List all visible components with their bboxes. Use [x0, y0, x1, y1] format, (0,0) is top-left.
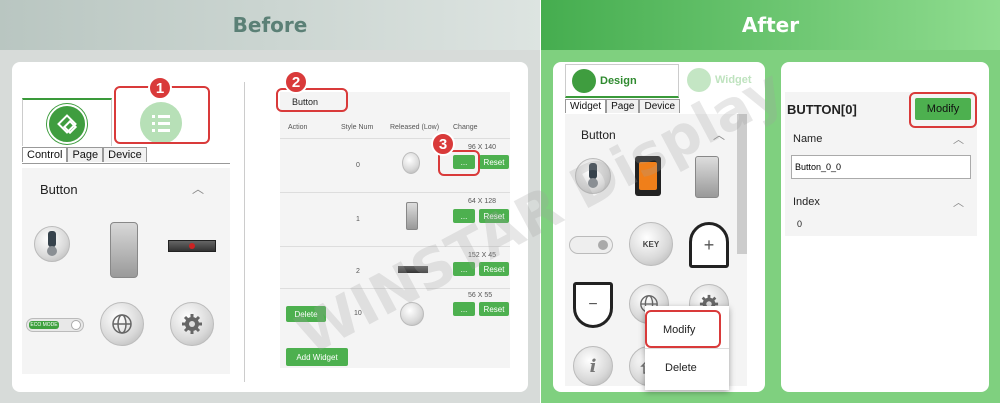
highlight-modify-button	[909, 92, 977, 128]
info-icon: i	[589, 355, 597, 377]
context-delete[interactable]: Delete	[665, 362, 697, 374]
row0-style-num: 0	[356, 162, 360, 169]
section-title: Button	[40, 182, 78, 197]
info-button-widget[interactable]: i	[573, 346, 613, 386]
before-tab-bar: Control Page Device	[22, 147, 147, 162]
row1-style-num: 1	[356, 216, 360, 223]
highlight-context-modify	[645, 310, 721, 348]
name-field[interactable]: Button_0_0	[791, 155, 971, 179]
row0-preview	[402, 152, 420, 174]
col-change: Change	[453, 124, 478, 131]
step-badge-1: 1	[148, 76, 172, 100]
name-chevron-up-icon[interactable]: ︿	[953, 131, 964, 147]
col-action: Action	[288, 124, 308, 131]
slider-dot	[189, 243, 195, 249]
col-style-num: Style Num	[341, 124, 374, 131]
eco-label: ECO MODE	[29, 321, 59, 329]
before-header: Before	[0, 0, 540, 50]
eco-mode-toggle[interactable]: ECO MODE	[26, 318, 84, 332]
tab-device[interactable]: Device	[103, 147, 147, 162]
design-label: Design	[600, 75, 637, 87]
before-section: Before 1 Control Page Device Button ︿ EC…	[0, 0, 540, 403]
highlight-button-tab	[276, 88, 348, 112]
row3-size: 56 X 55	[468, 292, 493, 299]
chevron-up-icon[interactable]: ︿	[192, 180, 204, 197]
row3-change-button[interactable]: ...	[453, 302, 475, 316]
minus-button-widget[interactable]: −	[573, 282, 613, 328]
tab-page[interactable]: Page	[67, 147, 104, 162]
row1-preview	[406, 202, 418, 230]
step-badge-3: 3	[431, 132, 455, 156]
index-chevron-up-icon[interactable]: ︿	[953, 194, 964, 210]
slider-bar-widget[interactable]	[168, 240, 216, 252]
plus-button-widget[interactable]: +	[689, 222, 729, 268]
design-icon	[572, 69, 596, 93]
toggle-knob	[71, 320, 81, 330]
props-title: BUTTON[0]	[787, 102, 857, 117]
globe-button-widget[interactable]	[100, 302, 144, 346]
key-label: KEY	[642, 239, 660, 249]
toggle-switch-widget[interactable]	[34, 226, 70, 262]
index-label: Index	[793, 196, 820, 208]
index-value: 0	[797, 219, 803, 229]
rocker-switch-widget[interactable]	[110, 222, 138, 278]
after-right-panel: BUTTON[0] Modify Name ︿ Button_0_0 Index…	[781, 62, 989, 392]
control-icon-tab[interactable]	[22, 98, 112, 146]
design-tab[interactable]: Design	[565, 64, 679, 98]
col-released: Released (Low)	[390, 124, 440, 131]
tab-page[interactable]: Page	[606, 99, 640, 113]
after-header: After	[541, 0, 1000, 50]
pill-toggle-widget[interactable]	[569, 236, 613, 254]
panel-divider	[244, 82, 245, 382]
tab-widget[interactable]: Widget	[565, 99, 607, 113]
globe-icon	[112, 314, 132, 334]
tab-control[interactable]: Control	[22, 147, 68, 162]
gear-icon	[182, 314, 202, 334]
gear-button-widget[interactable]	[170, 302, 214, 346]
row0-reset-button[interactable]: Reset	[479, 155, 509, 169]
control-icon	[47, 104, 87, 144]
key-button-widget[interactable]: KEY	[629, 222, 673, 266]
row3-reset-button[interactable]: Reset	[479, 302, 509, 316]
tab-divider	[22, 163, 230, 164]
step-badge-2: 2	[284, 70, 308, 94]
name-label: Name	[793, 133, 823, 145]
